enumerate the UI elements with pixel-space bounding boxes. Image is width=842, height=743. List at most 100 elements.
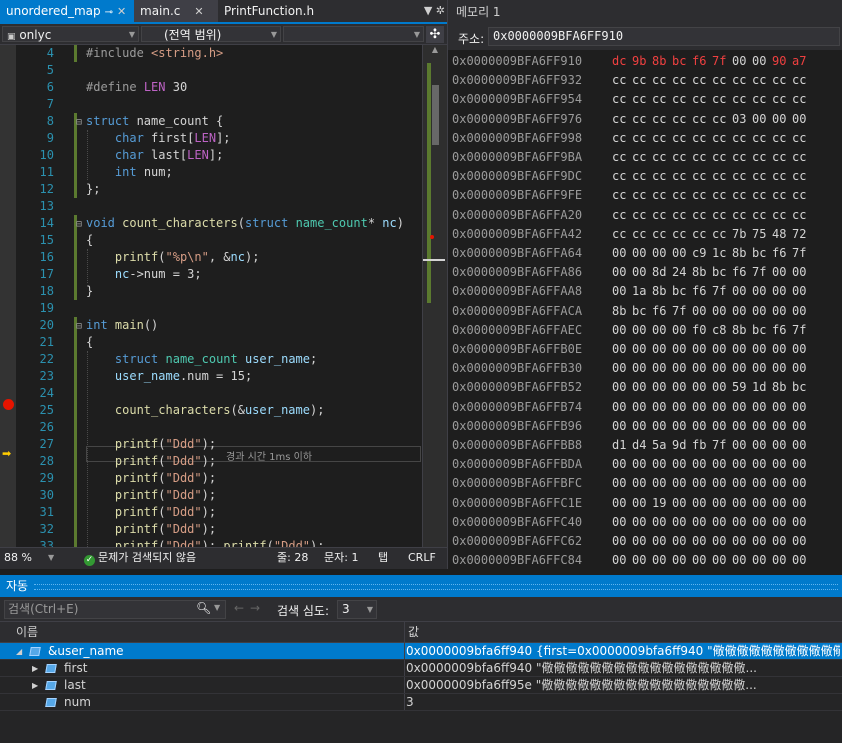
tab-indicator[interactable]: 탭	[378, 548, 388, 568]
code-editor[interactable]: 4 #include <string.h> 5 6 #define LEN 30 7 8 ⊟ s…	[0, 45, 422, 547]
chevron-down-icon[interactable]: ▼	[214, 603, 220, 612]
memory-byte[interactable]: 00	[632, 512, 652, 532]
code-line[interactable]: 6 #define LEN 30	[0, 79, 422, 96]
address-input[interactable]: 0x0000009BFA6FF910	[488, 27, 840, 46]
chevron-down-icon[interactable]: ▼	[48, 548, 54, 568]
variable-value[interactable]: 0x0000009bfa6ff940 "儆儆儆儆儆儆儆儆儆儆儆儆儆儆儆儆儆...	[406, 660, 840, 677]
memory-byte[interactable]: 00	[652, 531, 672, 551]
memory-byte[interactable]: cc	[652, 128, 672, 148]
memory-byte[interactable]: cc	[612, 70, 632, 90]
memory-byte[interactable]: 7f	[672, 301, 692, 321]
tab-unordered-map[interactable]: unordered_map ⊸ ✕	[0, 0, 134, 22]
memory-byte[interactable]: f6	[692, 51, 712, 71]
memory-byte[interactable]: 00	[692, 531, 712, 551]
code-line[interactable]: 15 {	[0, 232, 422, 249]
search-icon[interactable]: 🔍︎	[196, 601, 211, 615]
memory-byte[interactable]: 00	[752, 397, 772, 417]
memory-byte[interactable]: 00	[692, 377, 712, 397]
memory-byte[interactable]: 00	[792, 397, 812, 417]
memory-byte[interactable]: cc	[632, 166, 652, 186]
memory-byte[interactable]: cc	[752, 205, 772, 225]
memory-byte[interactable]: 00	[732, 454, 752, 474]
memory-byte[interactable]: 03	[732, 109, 752, 129]
memory-byte[interactable]: f6	[732, 262, 752, 282]
memory-byte[interactable]: 00	[612, 281, 632, 301]
code-line[interactable]: 11 int num;	[0, 164, 422, 181]
autos-search-input[interactable]: 검색(Ctrl+E)	[4, 600, 226, 619]
memory-byte[interactable]: 00	[712, 531, 732, 551]
memory-byte[interactable]: 00	[612, 550, 632, 569]
name-column-header[interactable]: 이름	[16, 622, 38, 642]
memory-byte[interactable]: cc	[632, 109, 652, 129]
memory-byte[interactable]: cc	[792, 185, 812, 205]
memory-byte[interactable]: d1	[612, 435, 632, 455]
memory-byte[interactable]: 00	[792, 531, 812, 551]
memory-byte[interactable]: 00	[652, 550, 672, 569]
memory-byte[interactable]: bc	[752, 243, 772, 263]
memory-byte[interactable]: cc	[772, 70, 792, 90]
memory-byte[interactable]: cc	[632, 89, 652, 109]
memory-byte[interactable]: 00	[692, 397, 712, 417]
memory-byte[interactable]: cc	[672, 89, 692, 109]
memory-byte[interactable]: 00	[712, 397, 732, 417]
memory-byte[interactable]: cc	[632, 128, 652, 148]
memory-window-title[interactable]: 메모리 1	[447, 0, 842, 24]
memory-byte[interactable]: 00	[672, 454, 692, 474]
memory-byte[interactable]: 00	[772, 339, 792, 359]
memory-byte[interactable]: c9	[692, 243, 712, 263]
memory-byte[interactable]: cc	[672, 185, 692, 205]
memory-byte[interactable]: 00	[772, 397, 792, 417]
memory-row[interactable]: 0x0000009BFA6FFB0E 00 00 00 00 00 00 00 00 00 00	[452, 339, 812, 359]
memory-byte[interactable]: 00	[652, 243, 672, 263]
memory-row[interactable]: 0x0000009BFA6FF976 cc cc cc cc cc cc 03 00 00 00	[452, 109, 812, 129]
memory-byte[interactable]: cc	[692, 128, 712, 148]
memory-row[interactable]: 0x0000009BFA6FF954 cc cc cc cc cc cc cc cc cc cc	[452, 89, 812, 109]
memory-byte[interactable]: cc	[612, 205, 632, 225]
variable-value[interactable]: 0x0000009bfa6ff940 {first=0x0000009bfa6f…	[406, 643, 840, 660]
memory-byte[interactable]: cc	[712, 147, 732, 167]
memory-byte[interactable]: 00	[672, 358, 692, 378]
memory-byte[interactable]: 00	[752, 416, 772, 436]
memory-row[interactable]: 0x0000009BFA6FFC1E 00 00 19 00 00 00 00 00 00 00	[452, 493, 812, 513]
memory-byte[interactable]: cc	[692, 109, 712, 129]
memory-byte[interactable]: 00	[792, 435, 812, 455]
memory-byte[interactable]: 00	[672, 339, 692, 359]
memory-byte[interactable]: 00	[752, 51, 772, 71]
memory-byte[interactable]: 7f	[792, 243, 812, 263]
memory-byte[interactable]: 00	[772, 493, 792, 513]
memory-byte[interactable]: 48	[772, 224, 792, 244]
memory-byte[interactable]: 00	[772, 435, 792, 455]
code-line[interactable]: 29 printf("Ddd");	[0, 470, 422, 487]
memory-byte[interactable]: 00	[692, 512, 712, 532]
memory-byte[interactable]: dc	[612, 51, 632, 71]
memory-byte[interactable]: 00	[692, 339, 712, 359]
memory-byte[interactable]: 00	[712, 339, 732, 359]
memory-byte[interactable]: bc	[672, 51, 692, 71]
memory-row[interactable]: 0x0000009BFA6FFAEC 00 00 00 00 f0 c8 8b bc f6 7f	[452, 320, 812, 340]
memory-row[interactable]: 0x0000009BFA6FFAA8 00 1a 8b bc f6 7f 00 00 00 00	[452, 281, 812, 301]
memory-byte[interactable]: 00	[632, 531, 652, 551]
memory-byte[interactable]: cc	[672, 147, 692, 167]
memory-byte[interactable]: 00	[752, 109, 772, 129]
memory-byte[interactable]: 00	[772, 473, 792, 493]
scroll-thumb[interactable]	[432, 85, 439, 145]
memory-byte[interactable]: cc	[672, 128, 692, 148]
memory-byte[interactable]: 9d	[672, 435, 692, 455]
memory-byte[interactable]: cc	[692, 70, 712, 90]
memory-byte[interactable]: cc	[612, 128, 632, 148]
memory-byte[interactable]: cc	[772, 166, 792, 186]
memory-byte[interactable]: 7f	[752, 262, 772, 282]
memory-byte[interactable]: 00	[712, 473, 732, 493]
memory-byte[interactable]: 7f	[712, 281, 732, 301]
breakpoint-icon[interactable]	[3, 399, 14, 410]
memory-row[interactable]: 0x0000009BFA6FF910 dc 9b 8b bc f6 7f 00 00 90 a7	[452, 51, 812, 71]
code-line[interactable]: 20 ⊟ int main()	[0, 317, 422, 334]
memory-byte[interactable]: f6	[692, 281, 712, 301]
memory-byte[interactable]: cc	[792, 147, 812, 167]
memory-byte[interactable]: cc	[612, 185, 632, 205]
memory-byte[interactable]: cc	[752, 185, 772, 205]
code-line[interactable]: 8 ⊟ struct name_count {	[0, 113, 422, 130]
memory-byte[interactable]: 90	[772, 51, 792, 71]
member-dropdown[interactable]: ▼	[283, 26, 424, 42]
memory-byte[interactable]: bc	[672, 281, 692, 301]
